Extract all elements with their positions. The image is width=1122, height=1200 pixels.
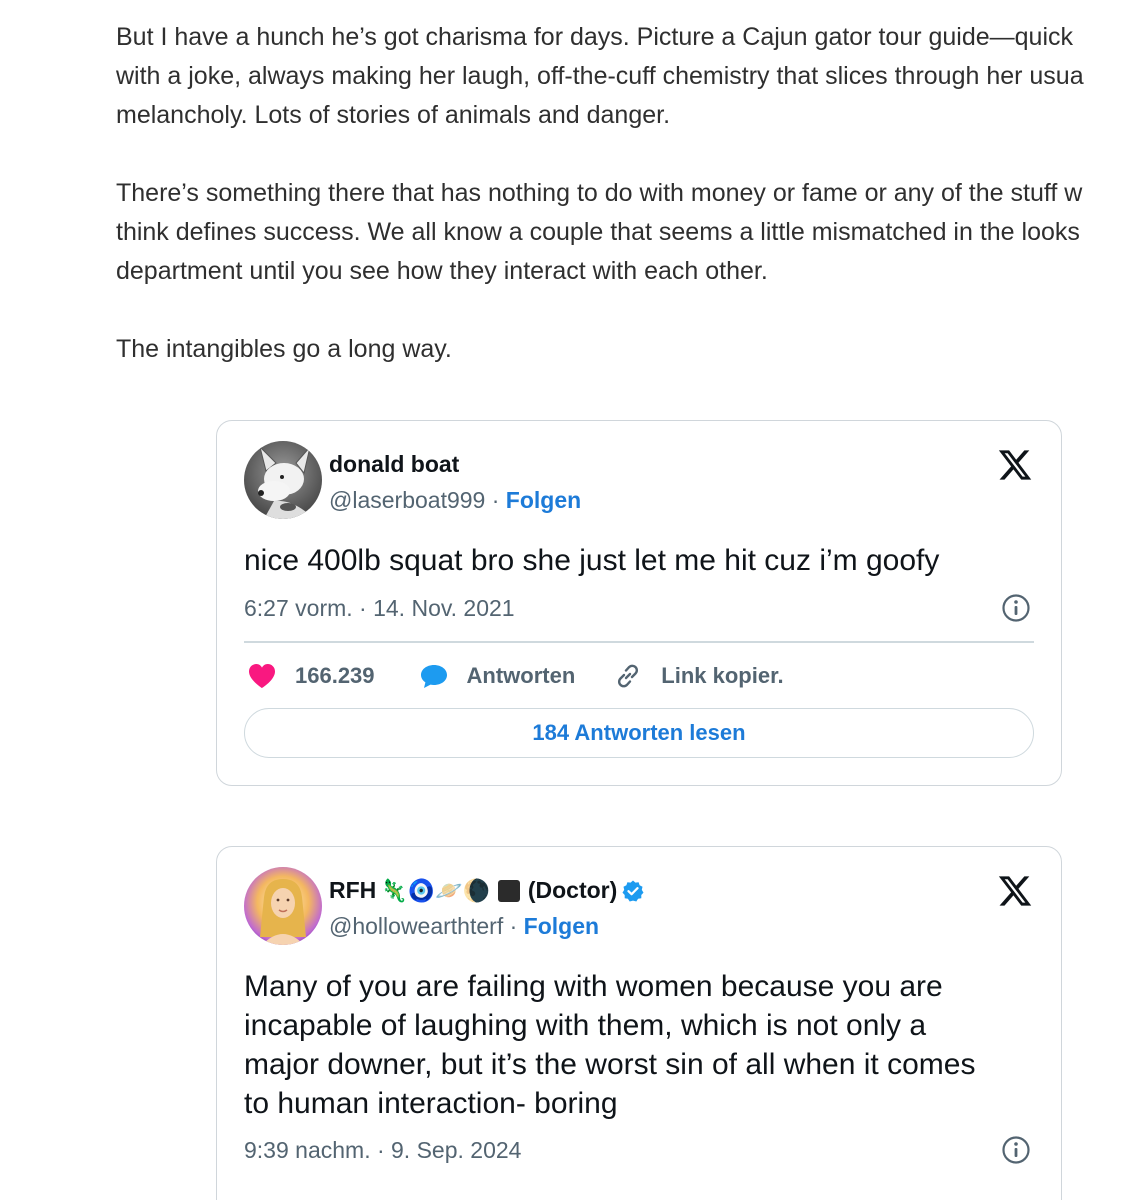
info-icon[interactable] bbox=[1001, 593, 1031, 623]
tweet-handle-row: @hollowearthterf · Folgen bbox=[329, 913, 599, 940]
bull-terrier-avatar[interactable] bbox=[244, 441, 322, 519]
embedded-tweet[interactable]: RFH 🦎🧿🪐🌘 (Doctor) @hollowearthterf · Fol… bbox=[216, 846, 1062, 1200]
tweet-author-name[interactable]: RFH 🦎🧿🪐🌘 (Doctor) bbox=[329, 877, 645, 904]
heart-icon bbox=[249, 664, 275, 688]
separator-dot: · bbox=[491, 487, 500, 513]
glowing-woman-avatar[interactable] bbox=[244, 867, 322, 945]
black-square-icon bbox=[497, 879, 520, 902]
info-icon[interactable] bbox=[1001, 1135, 1031, 1165]
tweet-handle[interactable]: @laserboat999 bbox=[329, 487, 485, 513]
divider bbox=[244, 641, 1034, 643]
separator-dot: · bbox=[509, 913, 518, 939]
copy-link-button[interactable]: Link kopier. bbox=[613, 661, 784, 691]
follow-button[interactable]: Folgen bbox=[524, 913, 599, 939]
article-body: But I have a hunch he’s got charisma for… bbox=[116, 18, 1122, 408]
article-paragraph: There’s something there that has nothing… bbox=[116, 174, 1122, 291]
article-line: department until you see how they intera… bbox=[116, 257, 768, 285]
tweet-timestamp[interactable]: 6:27 vorm. · 14. Nov. 2021 bbox=[244, 595, 515, 622]
article-paragraph: The intangibles go a long way. bbox=[116, 330, 1122, 369]
article-line: There’s something there that has nothing… bbox=[116, 179, 1083, 207]
tweet-timestamp[interactable]: 9:39 nachm. · 9. Sep. 2024 bbox=[244, 1137, 521, 1164]
article-line: melancholy. Lots of stories of animals a… bbox=[116, 101, 671, 129]
like-button[interactable]: 166.239 bbox=[247, 662, 375, 690]
tweet-text-line: major downer, but it’s the worst sin of … bbox=[244, 1048, 976, 1081]
read-replies-button[interactable]: 184 Antworten lesen bbox=[244, 708, 1034, 758]
tweet-handle[interactable]: @hollowearthterf bbox=[329, 913, 503, 939]
tweet-text-line: to human interaction- boring bbox=[244, 1087, 618, 1120]
article-line: think defines success. We all know a cou… bbox=[116, 218, 1080, 246]
reply-button[interactable]: Antworten bbox=[419, 662, 576, 690]
like-count: 166.239 bbox=[295, 663, 375, 688]
copy-link-label: Link kopier. bbox=[661, 663, 784, 688]
tweet-text-line: incapable of laughing with them, which i… bbox=[244, 1009, 927, 1042]
author-name-suffix: (Doctor) bbox=[527, 877, 618, 903]
tweet-author-name[interactable]: donald boat bbox=[329, 451, 459, 478]
article-line: But I have a hunch he’s got charisma for… bbox=[116, 23, 1074, 51]
x-logo-icon[interactable] bbox=[997, 873, 1033, 909]
tweet-handle-row: @laserboat999 · Folgen bbox=[329, 487, 581, 514]
author-name-prefix: RFH bbox=[329, 877, 377, 903]
tweet-actions: 166.239 Antworten Link kopier. bbox=[247, 659, 784, 693]
link-icon bbox=[618, 664, 639, 688]
article-paragraph: But I have a hunch he’s got charisma for… bbox=[116, 18, 1122, 135]
x-logo-icon[interactable] bbox=[997, 447, 1033, 483]
embedded-tweet[interactable]: donald boat @laserboat999 · Folgen nice … bbox=[216, 420, 1062, 786]
tweet-text: nice 400lb squat bro she just let me hit… bbox=[244, 544, 940, 577]
author-name-emojis: 🦎🧿🪐🌘 bbox=[380, 877, 490, 903]
article-line: with a joke, always making her laugh, of… bbox=[116, 62, 1084, 90]
reply-label: Antworten bbox=[466, 663, 576, 688]
speech-bubble-icon bbox=[420, 665, 447, 688]
tweet-text-line: Many of you are failing with women becau… bbox=[244, 970, 943, 1003]
tweet-text: Many of you are failing with women becau… bbox=[244, 967, 1037, 1123]
follow-button[interactable]: Folgen bbox=[506, 487, 581, 513]
verified-badge-icon bbox=[622, 880, 644, 901]
article-line: The intangibles go a long way. bbox=[116, 335, 452, 363]
